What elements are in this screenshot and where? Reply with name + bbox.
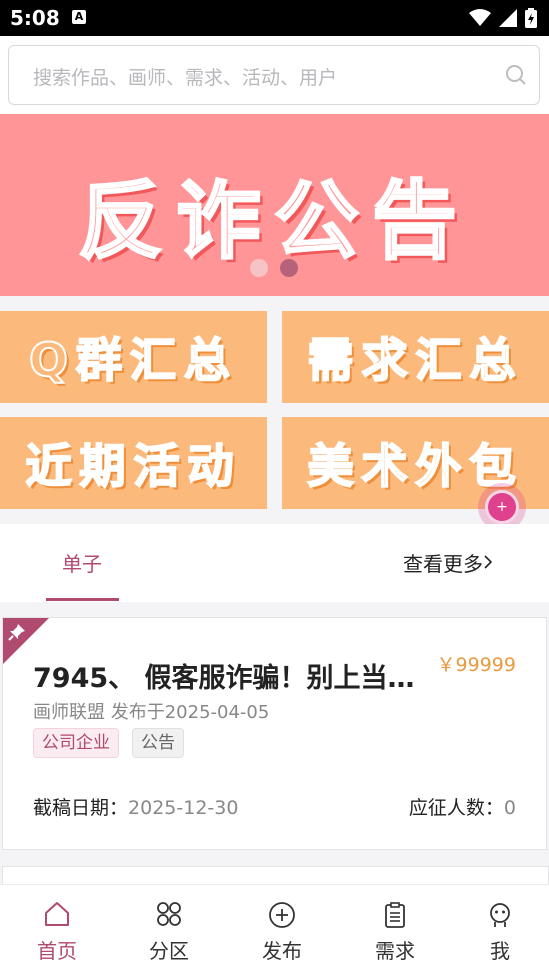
notification-icon: A [72,10,86,24]
nav-demands[interactable]: 需求 [340,885,450,977]
tag-company: 公司企业 [33,728,119,758]
nav-publish[interactable]: 发布 [227,885,337,977]
wifi-icon [469,9,491,26]
battery-icon [525,8,537,28]
tag-notice: 公告 [132,728,184,758]
search-icon[interactable] [505,64,527,86]
tile-recent-events[interactable]: 近期活动 [0,417,267,509]
card-title: 7945、 假客服诈骗！别上当… [33,663,415,694]
deadline-value: 2025-12-30 [128,797,239,819]
nav-label: 发布 [262,939,302,963]
status-bar: 5:08 A [0,0,549,36]
carousel-indicator [250,259,298,277]
nav-categories[interactable]: 分区 [114,885,224,977]
section-header: 单子 查看更多 [0,524,549,602]
plus-icon: + [485,490,519,524]
deadline: 截稿日期：2025-12-30 [33,793,238,820]
banner-title: 反诈公告 [77,171,471,272]
carousel-dot[interactable] [250,259,268,277]
nav-label: 需求 [375,939,415,963]
card-meta: 画师联盟 发布于2025-04-05 [33,702,270,723]
profile-icon [490,903,510,927]
nav-label: 我 [490,939,510,963]
clipboard-icon [385,902,405,928]
applicants-label: 应征人数： [408,797,504,819]
order-card[interactable]: 7945、 假客服诈骗！别上当… ￥99999 画师联盟 发布于2025-04-… [2,617,547,850]
chevron-right-icon[interactable] [483,554,493,570]
see-more-link[interactable]: 查看更多 [403,548,483,577]
tab-indicator [46,598,119,601]
status-icons [469,8,537,28]
plus-circle-icon [269,902,295,928]
nav-label: 分区 [149,939,189,963]
home-icon [45,902,69,926]
pin-icon [8,624,25,641]
tab-orders[interactable]: 单子 [62,548,102,577]
search-input[interactable]: 搜索作品、画师、需求、活动、用户 [8,45,540,105]
deadline-label: 截稿日期： [33,797,129,819]
bottom-nav: 首页 分区 发布 需求 我 [0,884,549,977]
card-price: ￥99999 [436,654,516,676]
applicants-value: 0 [503,797,516,819]
carousel-dot-active[interactable] [280,259,298,277]
status-time: 5:08 [10,6,60,30]
tile-qq-groups[interactable]: Q群汇总 [0,311,267,403]
applicants: 应征人数：0 [409,793,516,820]
nav-profile[interactable]: 我 [445,885,549,977]
search-placeholder: 搜索作品、画师、需求、活动、用户 [33,67,338,89]
grid-icon [157,902,181,926]
category-tiles: Q群汇总 需求汇总 近期活动 美术外包 [0,296,549,524]
banner-carousel[interactable]: 反诈公告 [0,114,549,296]
signal-icon [499,9,517,27]
search-bar: 搜索作品、画师、需求、活动、用户 [0,36,549,114]
nav-label: 首页 [37,939,77,963]
tile-demand-summary[interactable]: 需求汇总 [282,311,549,403]
nav-home[interactable]: 首页 [2,885,112,977]
